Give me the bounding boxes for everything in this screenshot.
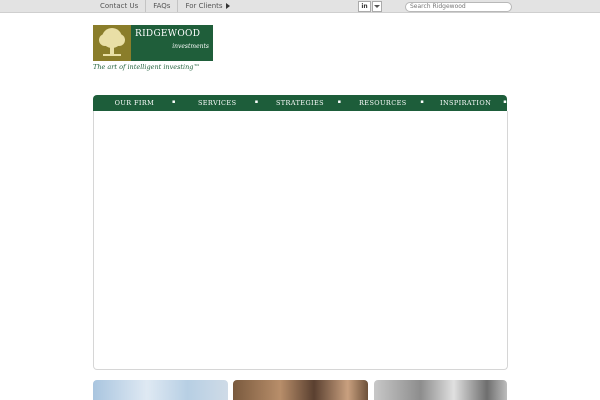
social-dropdown-icon[interactable] (372, 1, 382, 12)
nav-strategies-label: STRATEGIES (275, 99, 325, 107)
nav-separator: ▪ (503, 99, 507, 105)
search-input[interactable] (405, 2, 512, 12)
logo-name: RIDGEWOOD (135, 29, 201, 39)
main-nav: OUR FIRM ▪ SERVICES ▪ STRATEGIES ▪ RESOURCE… (93, 95, 507, 111)
for-clients-label: For Clients (185, 2, 223, 10)
nav-services[interactable]: SERVICES ▪ (176, 95, 259, 111)
feature-tile-team[interactable] (374, 380, 507, 400)
for-clients-link[interactable]: For Clients (177, 0, 236, 12)
nav-our-firm-label: OUR FIRM (114, 99, 155, 107)
nav-inspiration-label: INSPIRATION (439, 99, 492, 107)
logo-subtitle: investments (172, 43, 209, 50)
contact-us-link[interactable]: Contact Us (93, 0, 145, 12)
utility-links: Contact Us FAQs For Clients (93, 0, 237, 12)
nav-resources[interactable]: RESOURCES ▪ (341, 95, 424, 111)
ridgewood-logo[interactable]: RIDGEWOOD investments The art of intelli… (93, 25, 218, 73)
nav-inspiration[interactable]: INSPIRATION ▪ (424, 95, 507, 111)
caret-right-icon (225, 3, 230, 9)
feature-tile-office[interactable] (93, 380, 228, 400)
logo-tagline: The art of intelligent investing™ (93, 63, 200, 71)
nav-services-label: SERVICES (197, 99, 237, 107)
faqs-link[interactable]: FAQs (145, 0, 177, 12)
nav-our-firm[interactable]: OUR FIRM ▪ (93, 95, 176, 111)
feature-tile-meeting[interactable] (233, 380, 368, 400)
social-links: in (358, 1, 382, 12)
nav-strategies[interactable]: STRATEGIES ▪ (259, 95, 342, 111)
top-utility-bar: Contact Us FAQs For Clients in (0, 0, 600, 13)
main-content-panel (93, 111, 508, 370)
linkedin-icon[interactable]: in (358, 1, 371, 12)
logo-wordmark: RIDGEWOOD investments (131, 25, 213, 61)
tree-logo-icon (93, 25, 131, 61)
nav-resources-label: RESOURCES (359, 99, 407, 107)
contact-us-label: Contact Us (100, 2, 139, 10)
faqs-label: FAQs (153, 2, 171, 10)
